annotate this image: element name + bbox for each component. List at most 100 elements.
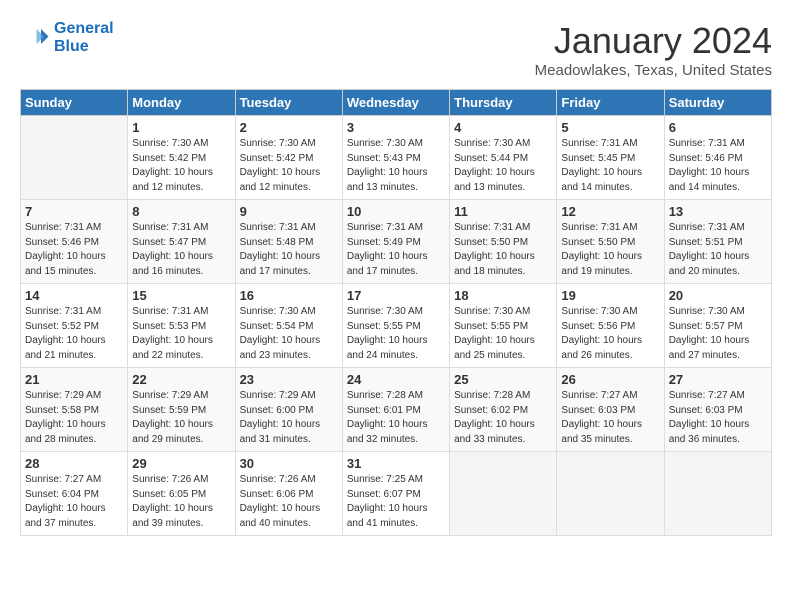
day-cell: 20 Sunrise: 7:30 AM Sunset: 5:57 PM Dayli… — [664, 284, 771, 368]
day-cell: 25 Sunrise: 7:28 AM Sunset: 6:02 PM Dayli… — [450, 368, 557, 452]
day-info: Sunrise: 7:30 AM Sunset: 5:55 PM Dayligh… — [454, 305, 552, 363]
day-number: 10 — [347, 204, 445, 219]
day-number: 26 — [561, 372, 659, 387]
day-number: 11 — [454, 204, 552, 219]
day-cell: 4 Sunrise: 7:30 AM Sunset: 5:44 PM Daylig… — [450, 116, 557, 200]
day-cell — [21, 116, 128, 200]
week-row-5: 28 Sunrise: 7:27 AM Sunset: 6:04 PM Dayli… — [21, 452, 772, 536]
day-number: 9 — [240, 204, 338, 219]
day-info: Sunrise: 7:28 AM Sunset: 6:02 PM Dayligh… — [454, 389, 552, 447]
day-number: 27 — [669, 372, 767, 387]
day-info: Sunrise: 7:31 AM Sunset: 5:50 PM Dayligh… — [454, 221, 552, 279]
day-info: Sunrise: 7:30 AM Sunset: 5:43 PM Dayligh… — [347, 137, 445, 195]
day-cell: 11 Sunrise: 7:31 AM Sunset: 5:50 PM Dayli… — [450, 200, 557, 284]
day-number: 6 — [669, 120, 767, 135]
day-info: Sunrise: 7:30 AM Sunset: 5:57 PM Dayligh… — [669, 305, 767, 363]
day-number: 30 — [240, 456, 338, 471]
day-info: Sunrise: 7:31 AM Sunset: 5:51 PM Dayligh… — [669, 221, 767, 279]
day-cell: 28 Sunrise: 7:27 AM Sunset: 6:04 PM Dayli… — [21, 452, 128, 536]
day-cell: 26 Sunrise: 7:27 AM Sunset: 6:03 PM Dayli… — [557, 368, 664, 452]
day-number: 25 — [454, 372, 552, 387]
day-cell: 13 Sunrise: 7:31 AM Sunset: 5:51 PM Dayli… — [664, 200, 771, 284]
day-info: Sunrise: 7:30 AM Sunset: 5:42 PM Dayligh… — [240, 137, 338, 195]
calendar-body: 1 Sunrise: 7:30 AM Sunset: 5:42 PM Daylig… — [21, 116, 772, 536]
day-number: 12 — [561, 204, 659, 219]
day-cell: 15Sunrise: 7:31 AM Sunset: 5:53 PM Dayli… — [128, 284, 235, 368]
day-cell: 6 Sunrise: 7:31 AM Sunset: 5:46 PM Daylig… — [664, 116, 771, 200]
day-number: 14 — [25, 288, 123, 303]
day-cell: 27Sunrise: 7:27 AM Sunset: 6:03 PM Dayli… — [664, 368, 771, 452]
day-cell: 22Sunrise: 7:29 AM Sunset: 5:59 PM Dayli… — [128, 368, 235, 452]
day-number: 13 — [669, 204, 767, 219]
day-number: 2 — [240, 120, 338, 135]
day-number: 4 — [454, 120, 552, 135]
calendar-table: SundayMondayTuesdayWednesdayThursdayFrid… — [20, 89, 772, 536]
day-number: 21 — [25, 372, 123, 387]
day-info: Sunrise: 7:30 AM Sunset: 5:42 PM Dayligh… — [132, 137, 230, 195]
day-info: Sunrise: 7:30 AM Sunset: 5:56 PM Dayligh… — [561, 305, 659, 363]
logo-text: General Blue — [54, 20, 114, 56]
logo: General Blue — [20, 20, 114, 56]
day-number: 3 — [347, 120, 445, 135]
day-cell: 19 Sunrise: 7:30 AM Sunset: 5:56 PM Dayli… — [557, 284, 664, 368]
week-row-4: 21Sunrise: 7:29 AM Sunset: 5:58 PM Dayli… — [21, 368, 772, 452]
day-info: Sunrise: 7:31 AM Sunset: 5:47 PM Dayligh… — [132, 221, 230, 279]
day-number: 16 — [240, 288, 338, 303]
day-number: 20 — [669, 288, 767, 303]
day-cell: 1 Sunrise: 7:30 AM Sunset: 5:42 PM Daylig… — [128, 116, 235, 200]
day-number: 15 — [132, 288, 230, 303]
day-info: Sunrise: 7:31 AM Sunset: 5:45 PM Dayligh… — [561, 137, 659, 195]
day-info: Sunrise: 7:26 AM Sunset: 6:06 PM Dayligh… — [240, 473, 338, 531]
day-number: 28 — [25, 456, 123, 471]
header-wednesday: Wednesday — [342, 90, 449, 116]
day-info: Sunrise: 7:30 AM Sunset: 5:55 PM Dayligh… — [347, 305, 445, 363]
day-cell: 7Sunrise: 7:31 AM Sunset: 5:46 PM Daylig… — [21, 200, 128, 284]
day-cell: 9 Sunrise: 7:31 AM Sunset: 5:48 PM Daylig… — [235, 200, 342, 284]
day-cell: 2 Sunrise: 7:30 AM Sunset: 5:42 PM Daylig… — [235, 116, 342, 200]
header-friday: Friday — [557, 90, 664, 116]
day-cell: 12Sunrise: 7:31 AM Sunset: 5:50 PM Dayli… — [557, 200, 664, 284]
title-block: January 2024 Meadowlakes, Texas, United … — [535, 20, 772, 79]
day-info: Sunrise: 7:27 AM Sunset: 6:04 PM Dayligh… — [25, 473, 123, 531]
day-cell — [664, 452, 771, 536]
day-cell: 3 Sunrise: 7:30 AM Sunset: 5:43 PM Daylig… — [342, 116, 449, 200]
subtitle: Meadowlakes, Texas, United States — [535, 62, 772, 79]
day-number: 31 — [347, 456, 445, 471]
day-number: 8 — [132, 204, 230, 219]
day-info: Sunrise: 7:30 AM Sunset: 5:54 PM Dayligh… — [240, 305, 338, 363]
day-info: Sunrise: 7:31 AM Sunset: 5:52 PM Dayligh… — [25, 305, 123, 363]
day-info: Sunrise: 7:27 AM Sunset: 6:03 PM Dayligh… — [561, 389, 659, 447]
header-thursday: Thursday — [450, 90, 557, 116]
day-number: 23 — [240, 372, 338, 387]
day-info: Sunrise: 7:29 AM Sunset: 5:59 PM Dayligh… — [132, 389, 230, 447]
day-cell: 31Sunrise: 7:25 AM Sunset: 6:07 PM Dayli… — [342, 452, 449, 536]
day-info: Sunrise: 7:31 AM Sunset: 5:46 PM Dayligh… — [669, 137, 767, 195]
day-cell: 17Sunrise: 7:30 AM Sunset: 5:55 PM Dayli… — [342, 284, 449, 368]
day-number: 29 — [132, 456, 230, 471]
calendar-page: General Blue January 2024 Meadowlakes, T… — [0, 0, 792, 546]
day-cell: 5 Sunrise: 7:31 AM Sunset: 5:45 PM Daylig… — [557, 116, 664, 200]
week-row-2: 7Sunrise: 7:31 AM Sunset: 5:46 PM Daylig… — [21, 200, 772, 284]
day-info: Sunrise: 7:30 AM Sunset: 5:44 PM Dayligh… — [454, 137, 552, 195]
day-cell — [450, 452, 557, 536]
day-number: 24 — [347, 372, 445, 387]
day-info: Sunrise: 7:28 AM Sunset: 6:01 PM Dayligh… — [347, 389, 445, 447]
day-info: Sunrise: 7:31 AM Sunset: 5:48 PM Dayligh… — [240, 221, 338, 279]
day-info: Sunrise: 7:29 AM Sunset: 6:00 PM Dayligh… — [240, 389, 338, 447]
day-number: 18 — [454, 288, 552, 303]
day-info: Sunrise: 7:31 AM Sunset: 5:46 PM Dayligh… — [25, 221, 123, 279]
day-cell: 29 Sunrise: 7:26 AM Sunset: 6:05 PM Dayli… — [128, 452, 235, 536]
day-cell: 30 Sunrise: 7:26 AM Sunset: 6:06 PM Dayli… — [235, 452, 342, 536]
day-info: Sunrise: 7:26 AM Sunset: 6:05 PM Dayligh… — [132, 473, 230, 531]
header-row: SundayMondayTuesdayWednesdayThursdayFrid… — [21, 90, 772, 116]
day-cell: 23 Sunrise: 7:29 AM Sunset: 6:00 PM Dayli… — [235, 368, 342, 452]
day-cell: 21Sunrise: 7:29 AM Sunset: 5:58 PM Dayli… — [21, 368, 128, 452]
day-number: 1 — [132, 120, 230, 135]
day-cell: 18 Sunrise: 7:30 AM Sunset: 5:55 PM Dayli… — [450, 284, 557, 368]
day-cell: 24 Sunrise: 7:28 AM Sunset: 6:01 PM Dayli… — [342, 368, 449, 452]
header-monday: Monday — [128, 90, 235, 116]
day-number: 5 — [561, 120, 659, 135]
header-sunday: Sunday — [21, 90, 128, 116]
day-number: 19 — [561, 288, 659, 303]
header: General Blue January 2024 Meadowlakes, T… — [20, 20, 772, 79]
